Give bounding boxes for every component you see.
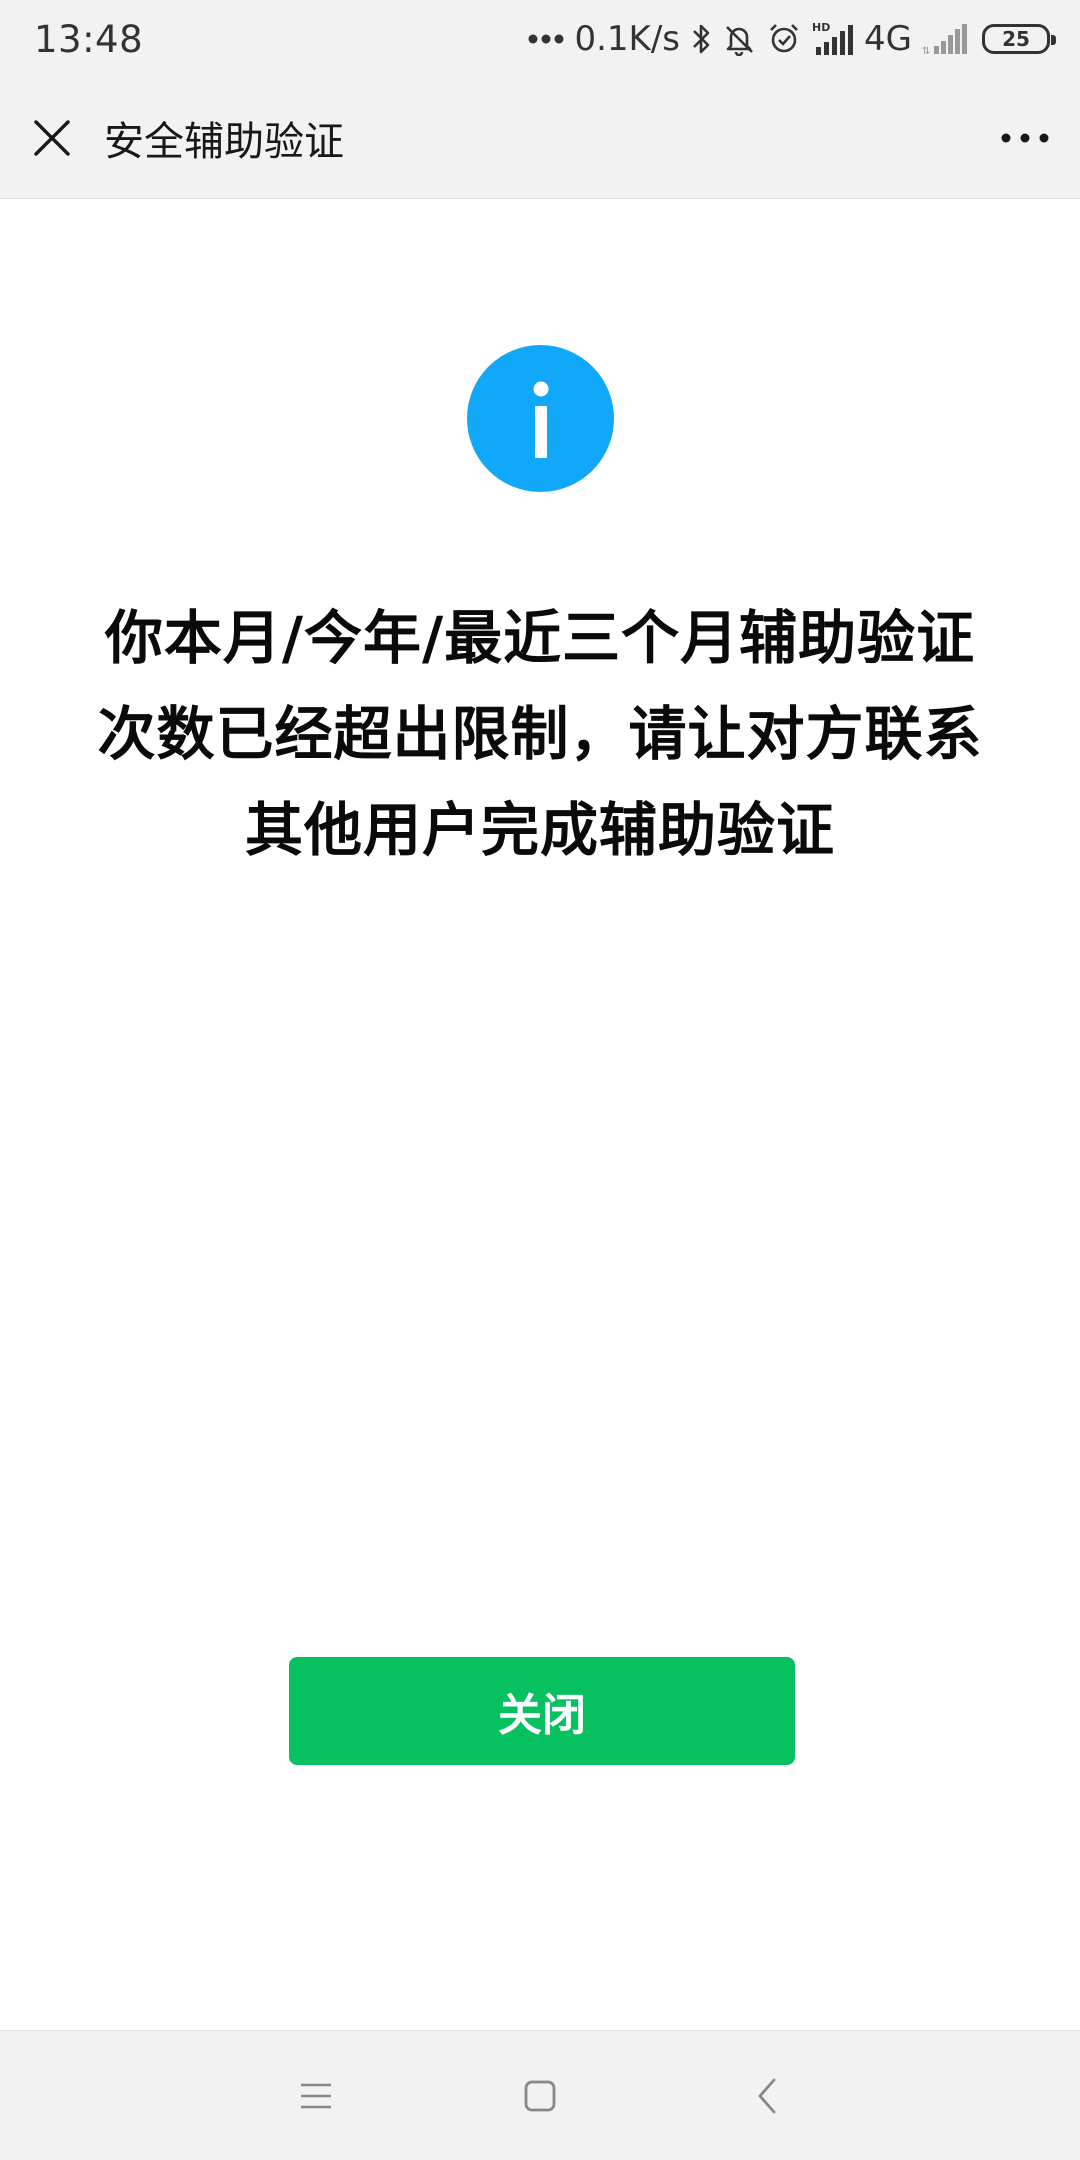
screen: 13:48 0.1K/s HD 4G ⇅ 25 安全辅助验证 你本月/今年/最近… [0, 0, 1080, 2160]
status-icons: 0.1K/s HD 4G ⇅ 25 [528, 19, 1056, 59]
alarm-icon [766, 21, 802, 57]
svg-text:HD: HD [812, 21, 830, 34]
status-time: 13:48 [34, 17, 144, 61]
back-icon[interactable] [707, 2031, 827, 2160]
signal-hd-icon: HD [812, 21, 854, 57]
bell-off-icon [722, 22, 756, 56]
error-message: 你本月/今年/最近三个月辅助验证 次数已经超出限制，请让对方联系 其他用户完成辅… [70, 590, 1010, 878]
status-bar: 13:48 0.1K/s HD 4G ⇅ 25 [0, 0, 1080, 78]
network-type: 4G [864, 19, 912, 59]
more-icon[interactable] [970, 78, 1080, 199]
close-icon[interactable] [0, 78, 104, 199]
message-line: 其他用户完成辅助验证 [244, 796, 835, 864]
info-icon [467, 345, 614, 492]
app-header: 安全辅助验证 [0, 78, 1080, 199]
page-title: 安全辅助验证 [104, 119, 344, 165]
navigation-bar [0, 2030, 1080, 2160]
signal-icon: ⇅ [922, 22, 968, 56]
battery-icon: 25 [982, 24, 1056, 54]
net-speed: 0.1K/s [574, 19, 681, 59]
dots-icon [528, 33, 564, 45]
message-line: 次数已经超出限制，请让对方联系 [97, 700, 983, 768]
svg-text:⇅: ⇅ [922, 46, 930, 56]
close-button[interactable]: 关闭 [289, 1657, 795, 1765]
menu-icon[interactable] [256, 2031, 376, 2160]
message-line: 你本月/今年/最近三个月辅助验证 [104, 604, 976, 672]
home-icon[interactable] [480, 2031, 600, 2160]
bluetooth-icon [690, 22, 712, 56]
